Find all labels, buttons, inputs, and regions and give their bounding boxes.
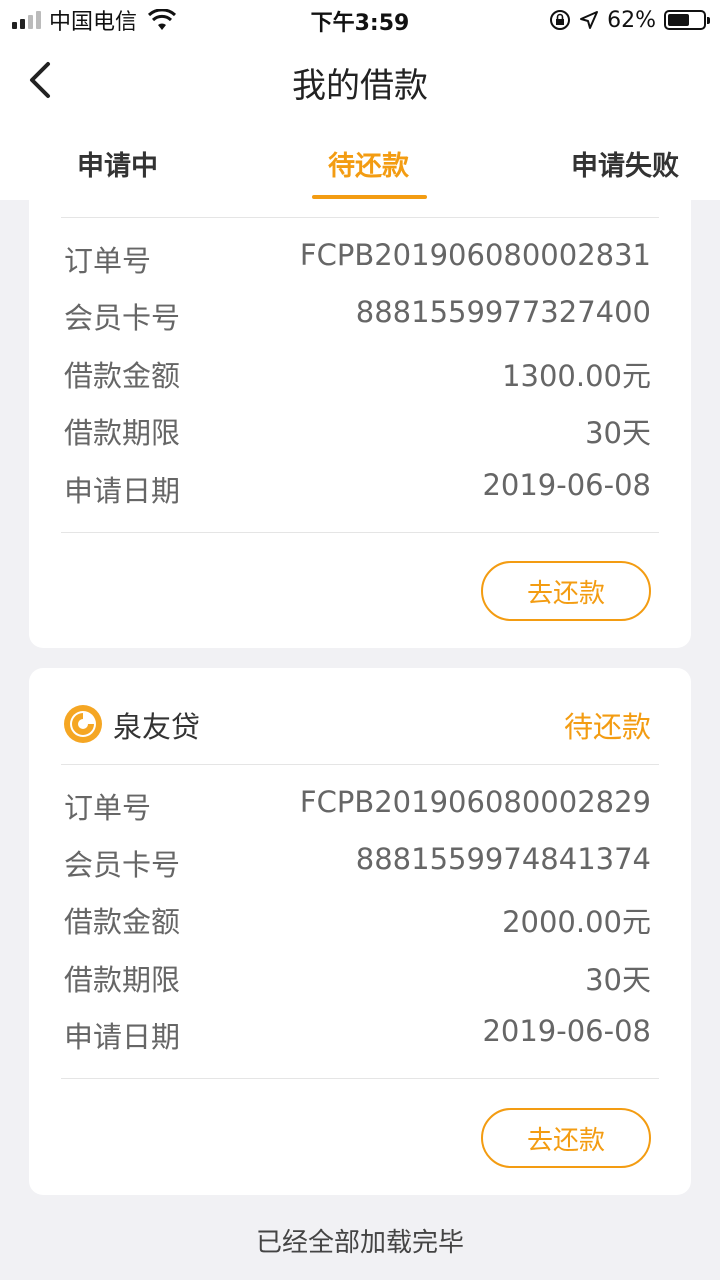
apply-date: 2019-06-08 xyxy=(482,1014,651,1048)
loan-card: 订单号 FCPB201906080002831 会员卡号 88815599773… xyxy=(29,200,691,648)
status-right: 62% xyxy=(549,6,710,34)
card-label: 会员卡号 xyxy=(64,848,181,882)
tab-bar: 申请中 待还款 申请失败 xyxy=(0,122,720,200)
location-icon xyxy=(580,11,599,29)
page-title: 我的借款 xyxy=(292,66,428,106)
amount-row: 借款金额 1300.00元 xyxy=(64,353,651,393)
order-row: 订单号 FCPB201906080002829 xyxy=(64,785,651,825)
card-row: 会员卡号 8881559977327400 xyxy=(64,295,651,335)
brand-logo-icon xyxy=(64,705,102,743)
order-label: 订单号 xyxy=(64,791,152,825)
battery-percent: 62% xyxy=(607,7,656,33)
loan-status: 待还款 xyxy=(563,710,651,744)
order-number: FCPB201906080002829 xyxy=(299,785,651,819)
date-label: 申请日期 xyxy=(64,1020,181,1054)
card-number: 8881559977327400 xyxy=(355,295,651,329)
divider xyxy=(61,217,659,218)
nav-bar: 我的借款 xyxy=(0,40,720,122)
card-header: 泉友贷 待还款 xyxy=(63,702,651,746)
tab-failed[interactable]: 申请失败 xyxy=(571,144,679,183)
status-bar: 中国电信 下午3:59 62% xyxy=(0,0,720,40)
order-row: 订单号 FCPB201906080002831 xyxy=(64,238,651,278)
loan-amount: 2000.00元 xyxy=(502,905,651,939)
card-label: 会员卡号 xyxy=(64,301,181,335)
tab-applying[interactable]: 申请中 xyxy=(77,144,158,183)
term-label: 借款期限 xyxy=(64,416,181,450)
divider xyxy=(61,1078,659,1079)
amount-label: 借款金额 xyxy=(64,905,181,939)
divider xyxy=(61,764,659,765)
card-number: 8881559974841374 xyxy=(355,842,651,876)
term-row: 借款期限 30天 xyxy=(64,410,651,450)
apply-date: 2019-06-08 xyxy=(482,468,651,502)
date-label: 申请日期 xyxy=(64,474,181,508)
tab-pending-repayment[interactable]: 待还款 xyxy=(328,144,409,183)
brand-name: 泉友贷 xyxy=(113,710,201,744)
repay-button[interactable]: 去还款 xyxy=(481,1108,651,1168)
loan-amount: 1300.00元 xyxy=(502,359,651,393)
term-row: 借款期限 30天 xyxy=(64,957,651,997)
battery-icon xyxy=(664,10,710,30)
order-number: FCPB201906080002831 xyxy=(299,238,651,272)
load-complete-text: 已经全部加载完毕 xyxy=(255,1228,464,1258)
loan-card: 泉友贷 待还款 订单号 FCPB201906080002829 会员卡号 888… xyxy=(29,668,691,1195)
battery-fill xyxy=(668,14,689,26)
date-row: 申请日期 2019-06-08 xyxy=(64,1014,651,1054)
divider xyxy=(61,532,659,533)
rotation-lock-icon xyxy=(550,10,571,30)
loan-term: 30天 xyxy=(585,416,651,450)
term-label: 借款期限 xyxy=(64,963,181,997)
card-row: 会员卡号 8881559974841374 xyxy=(64,842,651,882)
order-label: 订单号 xyxy=(64,244,152,278)
loan-term: 30天 xyxy=(585,963,651,997)
date-row: 申请日期 2019-06-08 xyxy=(64,468,651,508)
amount-label: 借款金额 xyxy=(64,359,181,393)
repay-button[interactable]: 去还款 xyxy=(481,561,651,621)
amount-row: 借款金额 2000.00元 xyxy=(64,899,651,939)
active-tab-indicator xyxy=(312,195,427,199)
